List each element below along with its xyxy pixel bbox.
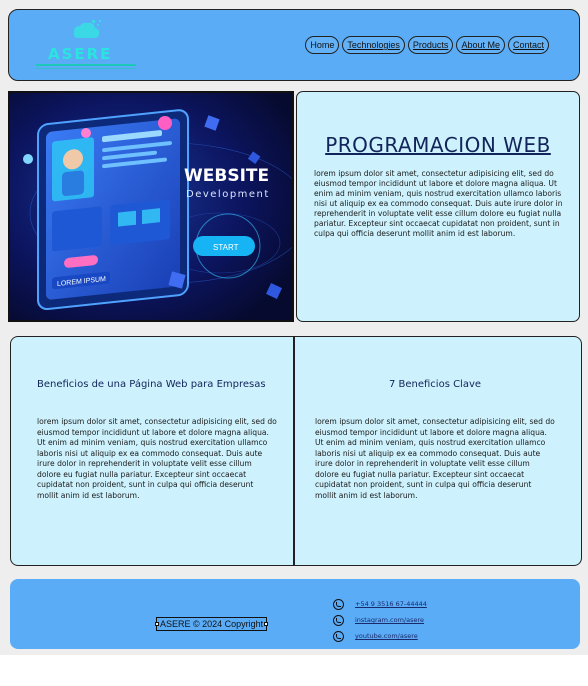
contact-link-youtube[interactable]: youtube.com/asere xyxy=(355,632,418,640)
nav-products[interactable]: Products xyxy=(407,36,454,54)
hero-panel: PROGRAMACION WEB lorem ipsum dolor sit a… xyxy=(296,91,580,322)
benefits-column-right: 7 Beneficios Clave lorem ipsum dolor sit… xyxy=(295,337,575,565)
logo-underline-thin xyxy=(36,68,136,69)
nav-contact[interactable]: Contact xyxy=(507,36,549,54)
logo-underline xyxy=(36,64,136,66)
copyright-text[interactable]: ASERE © 2024 Copyright xyxy=(155,617,269,631)
site-header: ASERE Home Technologies Products About M… xyxy=(8,9,580,81)
illustration-start-button: START xyxy=(213,243,239,252)
benefits-right-title: 7 Beneficios Clave xyxy=(388,379,482,390)
contact-item-instagram: instagram.com/asere xyxy=(333,612,427,628)
page: ASERE Home Technologies Products About M… xyxy=(0,0,588,655)
site-footer: ASERE © 2024 Copyright +54 9 3516 67-444… xyxy=(10,579,580,649)
benefits-column-left: Beneficios de una Página Web para Empres… xyxy=(11,337,291,565)
website-development-illustration: LOREM IPSUM WEBSITE Development START xyxy=(10,93,292,320)
nav-about-me[interactable]: About Me xyxy=(456,36,505,54)
logo-graphic-icon xyxy=(73,20,101,38)
benefits-section: Beneficios de una Página Web para Empres… xyxy=(10,336,582,566)
benefits-left-title: Beneficios de una Página Web para Empres… xyxy=(37,379,266,390)
nav-technologies[interactable]: Technologies xyxy=(342,36,405,54)
hero-paragraph: lorem ipsum dolor sit amet, consectetur … xyxy=(314,169,563,238)
contact-list: +54 9 3516 67-44444 instagram.com/asere … xyxy=(333,596,427,644)
whatsapp-icon xyxy=(333,630,344,642)
contact-link-instagram[interactable]: instagram.com/asere xyxy=(355,616,424,624)
contact-item-phone: +54 9 3516 67-44444 xyxy=(333,596,427,612)
benefits-left-paragraph: lorem ipsum dolor sit amet, consectetur … xyxy=(37,417,277,500)
hero-title: PROGRAMACION WEB xyxy=(325,133,551,157)
main-nav: Home Technologies Products About Me Cont… xyxy=(305,36,549,54)
illustration-subtitle: Development xyxy=(186,189,270,200)
logo-text: ASERE xyxy=(48,45,113,63)
contact-link-phone[interactable]: +54 9 3516 67-44444 xyxy=(355,600,427,608)
whatsapp-icon xyxy=(333,614,344,626)
logo[interactable]: ASERE xyxy=(36,20,138,72)
selection-handle-left xyxy=(155,622,159,626)
whatsapp-icon xyxy=(333,598,344,610)
contact-item-youtube: youtube.com/asere xyxy=(333,628,427,644)
hero-image: LOREM IPSUM WEBSITE Development START xyxy=(8,91,294,322)
copyright-label: ASERE © 2024 Copyright xyxy=(160,619,264,629)
benefits-right-paragraph: lorem ipsum dolor sit amet, consectetur … xyxy=(315,417,555,500)
selection-handle-right xyxy=(264,622,269,626)
nav-home[interactable]: Home xyxy=(305,36,340,54)
illustration-title: WEBSITE xyxy=(184,166,269,186)
